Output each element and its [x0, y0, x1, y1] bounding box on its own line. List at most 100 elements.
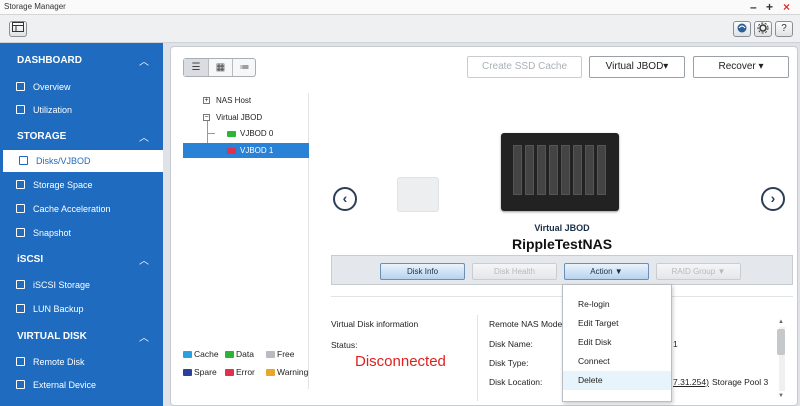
- caret-down-icon: ▼: [614, 267, 623, 276]
- qfinder-icon[interactable]: [733, 21, 751, 37]
- sidebar-item-disks-vjbod[interactable]: Disks/VJBOD: [0, 150, 163, 172]
- backup-icon: [16, 304, 25, 313]
- sidebar-item-overview[interactable]: Overview: [0, 76, 163, 98]
- detail-view-icon[interactable]: ≔: [232, 59, 256, 76]
- toolbar: ?: [0, 15, 800, 43]
- help-icon[interactable]: ?: [775, 21, 793, 37]
- legend-label: Cache: [194, 349, 219, 359]
- view-mode-toggle: ☰ ▦ ≔: [183, 58, 256, 77]
- scroll-up-icon[interactable]: ▲: [778, 319, 784, 325]
- disk-location-link[interactable]: 7.31.254): [673, 377, 709, 387]
- sidebar-item-lun-backup[interactable]: LUN Backup: [0, 298, 163, 320]
- utilization-icon: [16, 105, 25, 114]
- tree-node-nas-host[interactable]: + NAS Host: [203, 93, 307, 108]
- chevron-left-icon[interactable]: ‹: [333, 187, 357, 211]
- data-swatch: [225, 351, 234, 359]
- disk-data-icon: [227, 130, 236, 137]
- menu-item-edit-disk[interactable]: Edit Disk: [563, 333, 671, 352]
- sidebar-section-storage[interactable]: STORAGE ︿: [0, 124, 163, 150]
- panel-toggle-icon[interactable]: [9, 21, 27, 37]
- close-button[interactable]: ×: [783, 0, 790, 14]
- scroll-thumb[interactable]: [777, 329, 785, 355]
- vjbod-device-image: [501, 133, 619, 211]
- maximize-button[interactable]: +: [766, 0, 773, 14]
- info-divider: [477, 315, 478, 401]
- spare-swatch: [183, 369, 192, 377]
- cache-icon: [16, 204, 25, 213]
- warning-swatch: [266, 369, 275, 377]
- main-panel: ☰ ▦ ≔ Create SSD Cache Virtual JBOD▾ Rec…: [170, 46, 798, 406]
- sidebar-item-label: External Device: [33, 380, 97, 390]
- legend-label: Free: [277, 349, 295, 359]
- legend-label: Error: [236, 367, 255, 377]
- info-scrollbar[interactable]: ▲ ▼: [777, 319, 785, 399]
- sidebar-item-label: Remote Disk: [33, 357, 85, 367]
- free-swatch: [266, 351, 275, 359]
- menu-item-relogin[interactable]: Re-login: [563, 295, 671, 314]
- raid-group-button[interactable]: RAID Group ▼: [656, 263, 741, 280]
- error-swatch: [225, 369, 234, 377]
- external-device-icon: [16, 380, 25, 389]
- sidebar-item-label: Storage Space: [33, 180, 93, 190]
- sidebar-item-external-device[interactable]: External Device: [0, 374, 163, 396]
- sidebar-item-label: Utilization: [33, 105, 73, 115]
- legend-free: Free: [266, 349, 294, 359]
- sidebar-item-label: LUN Backup: [33, 304, 84, 314]
- minimize-button[interactable]: –: [750, 0, 757, 14]
- remote-disk-icon: [16, 357, 25, 366]
- device-name: RippleTestNAS: [511, 236, 613, 252]
- iscsi-icon: [16, 280, 25, 289]
- window-title: Storage Manager: [4, 2, 66, 11]
- expand-icon[interactable]: +: [203, 97, 210, 105]
- chevron-up-icon: ︿: [139, 133, 149, 144]
- tree-node-label: Virtual JBOD: [216, 113, 263, 122]
- menu-item-delete[interactable]: Delete: [563, 371, 671, 390]
- menu-item-edit-target[interactable]: Edit Target: [563, 314, 671, 333]
- sidebar-item-label: Cache Acceleration: [33, 204, 111, 214]
- sidebar-item-label: Snapshot: [33, 228, 72, 238]
- overview-icon: [16, 82, 25, 91]
- caret-down-icon: ▼: [717, 267, 726, 276]
- tree-node-vjbod1[interactable]: VJBOD 1: [183, 143, 309, 158]
- legend-label: Warning: [277, 367, 309, 377]
- nas-host-thumbnail[interactable]: [397, 177, 439, 212]
- sidebar-section-dashboard[interactable]: DASHBOARD ︿: [0, 48, 163, 74]
- disk-error-icon: [227, 147, 236, 154]
- gear-icon[interactable]: [754, 21, 772, 37]
- sidebar-item-remote-disk[interactable]: Remote Disk: [0, 351, 163, 373]
- legend-data: Data: [225, 349, 254, 359]
- menu-item-connect[interactable]: Connect: [563, 352, 671, 371]
- tree-node-vjbod0[interactable]: VJBOD 0: [217, 126, 307, 141]
- scroll-down-icon[interactable]: ▼: [778, 393, 784, 399]
- recover-label: Recover: [718, 61, 756, 72]
- create-ssd-cache-button[interactable]: Create SSD Cache: [467, 56, 582, 78]
- sidebar-item-storage-space[interactable]: Storage Space: [0, 174, 163, 196]
- grid-view-icon[interactable]: ▦: [208, 59, 232, 76]
- sidebar-item-label: Disks/VJBOD: [36, 156, 91, 166]
- tree-node-virtual-jbod[interactable]: − Virtual JBOD: [203, 110, 307, 125]
- legend-warning: Warning: [266, 367, 308, 377]
- action-button[interactable]: Action ▼: [564, 263, 649, 280]
- sidebar-item-utilization[interactable]: Utilization: [0, 99, 163, 121]
- sidebar-item-label: Overview: [33, 82, 71, 92]
- sidebar: DASHBOARD ︿ Overview Utilization STORAGE…: [0, 43, 163, 406]
- disk-info-button[interactable]: Disk Info: [380, 263, 465, 280]
- virtual-jbod-button[interactable]: Virtual JBOD▾: [589, 56, 685, 78]
- tree-node-label: NAS Host: [216, 96, 252, 105]
- sidebar-section-iscsi[interactable]: iSCSI ︿: [0, 247, 163, 273]
- disk-health-button[interactable]: Disk Health: [472, 263, 557, 280]
- list-view-icon[interactable]: ☰: [184, 59, 208, 76]
- legend-label: Data: [236, 349, 254, 359]
- sidebar-item-cache-acceleration[interactable]: Cache Acceleration: [0, 198, 163, 220]
- sidebar-item-snapshot[interactable]: Snapshot: [0, 222, 163, 244]
- sidebar-item-iscsi-storage[interactable]: iSCSI Storage: [0, 274, 163, 296]
- disk-tree: + NAS Host − Virtual JBOD VJBOD 0 VJBOD 1: [183, 93, 309, 389]
- disk-location-pool: Storage Pool 3: [712, 377, 769, 387]
- legend-error: Error: [225, 367, 255, 377]
- legend-cache: Cache: [183, 349, 219, 359]
- sidebar-section-virtual-disk[interactable]: VIRTUAL DISK ︿: [0, 324, 163, 350]
- recover-button[interactable]: Recover ▾: [693, 56, 789, 78]
- chevron-right-icon[interactable]: ›: [761, 187, 785, 211]
- title-bar: Storage Manager – + ×: [0, 0, 800, 15]
- sidebar-item-label: iSCSI Storage: [33, 280, 91, 290]
